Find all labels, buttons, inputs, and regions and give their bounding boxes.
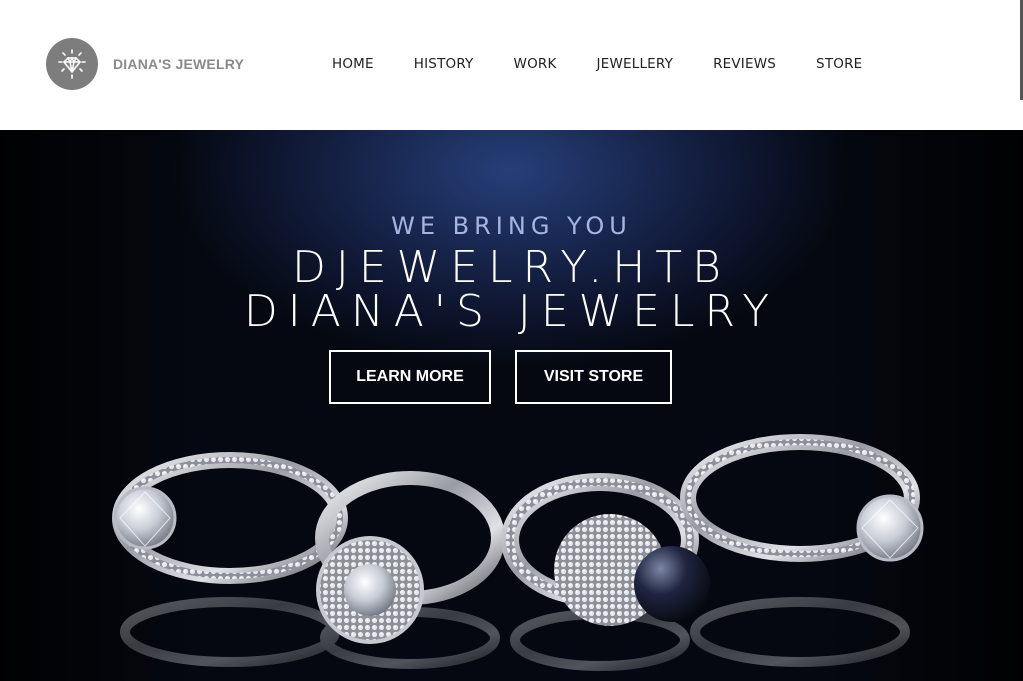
nav-reviews[interactable]: REVIEWS	[713, 56, 776, 72]
visit-store-button[interactable]: VISIT STORE	[515, 350, 672, 404]
brand-logo[interactable]: DIANA'S JEWELRY	[46, 38, 244, 90]
nav-jewellery[interactable]: JEWELLERY	[597, 56, 674, 72]
main-nav: HOME HISTORY WORK JEWELLERY REVIEWS STOR…	[332, 56, 862, 72]
diamond-icon	[46, 38, 98, 90]
hero-title-line2: DIANA'S JEWELRY	[243, 286, 780, 337]
nav-history[interactable]: HISTORY	[414, 56, 474, 72]
hero-banner: WE BRING YOU DJEWELRY.HTB DIANA'S JEWELR…	[0, 130, 1023, 681]
hero-subtitle: WE BRING YOU	[391, 212, 632, 240]
nav-home[interactable]: HOME	[332, 56, 374, 72]
rings-photo	[112, 434, 924, 671]
nav-store[interactable]: STORE	[816, 56, 862, 72]
site-header: DIANA'S JEWELRY HOME HISTORY WORK JEWELL…	[0, 0, 1023, 130]
learn-more-button[interactable]: LEARN MORE	[329, 350, 491, 404]
nav-work[interactable]: WORK	[514, 56, 557, 72]
brand-name: DIANA'S JEWELRY	[113, 56, 245, 72]
